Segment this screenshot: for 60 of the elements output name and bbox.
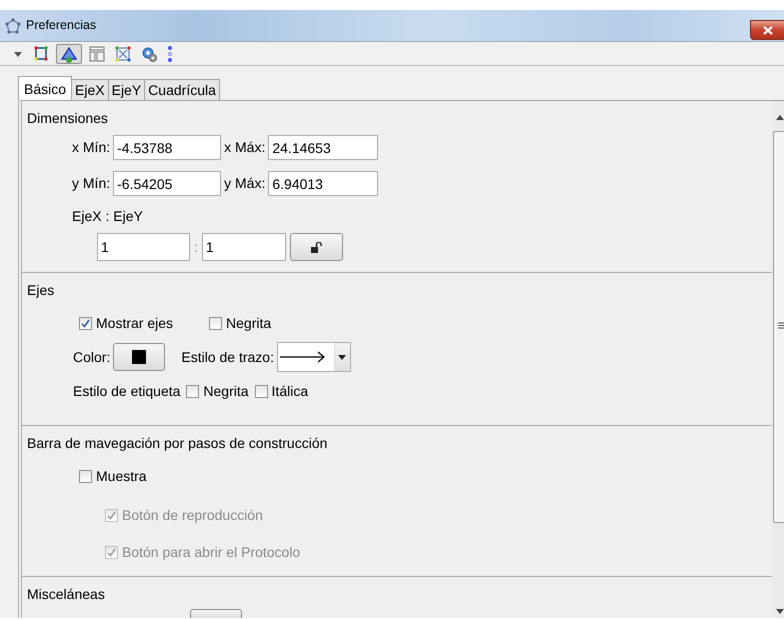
field-label: x Mín: <box>72 138 110 157</box>
tab[interactable]: Básico <box>18 76 72 100</box>
section-heading: Barra de mavegación por pasos de construcción <box>27 434 328 453</box>
checkbox-label: Botón de reproducción <box>122 506 263 525</box>
checkbox[interactable] <box>254 385 268 398</box>
app-icon <box>5 18 21 34</box>
caret-icon <box>338 354 346 360</box>
section-heading: Ejes <box>27 281 54 300</box>
triangle-button[interactable] <box>56 44 82 64</box>
misc-button[interactable] <box>190 609 242 618</box>
section-heading: Misceláneas <box>27 585 105 604</box>
checkbox-label: Negrita <box>226 314 272 333</box>
more-icon <box>167 44 173 62</box>
square-points-icon <box>33 45 49 62</box>
ratio-field[interactable]: 1 <box>202 233 286 261</box>
unlock-icon <box>310 242 322 252</box>
number-field[interactable]: -4.53788 <box>113 135 222 160</box>
settings-icon <box>141 46 157 62</box>
ratio-field[interactable]: 1 <box>97 233 190 261</box>
checkbox[interactable] <box>186 385 200 398</box>
color-button[interactable] <box>113 343 166 371</box>
check-icon <box>81 319 90 328</box>
ratio-label: EjeX : EjeY <box>72 207 143 226</box>
color-label: Color: <box>73 348 110 366</box>
ratio-separator: : <box>194 238 198 256</box>
close-icon <box>762 26 772 34</box>
line-style-dropdown[interactable] <box>276 342 351 372</box>
scroll-up-icon <box>776 115 784 120</box>
field-label: y Mín: <box>72 174 110 193</box>
number-field[interactable]: -6.54205 <box>113 171 222 196</box>
checkbox-label: Muestra <box>96 467 147 486</box>
checkbox-label: Negrita <box>203 382 249 401</box>
checkbox-label: Botón para abrir el Protocolo <box>122 543 300 562</box>
label-style-label: Estilo de etiqueta <box>73 382 180 401</box>
number-field[interactable]: 24.14653 <box>268 135 378 160</box>
tab[interactable]: EjeX <box>71 79 109 100</box>
line-style-label: Estilo de trazo: <box>181 348 274 366</box>
scrollbar[interactable] <box>772 101 784 618</box>
checkbox[interactable] <box>209 317 222 330</box>
grip-icon <box>778 322 784 329</box>
section-heading: Dimensiones <box>27 109 108 128</box>
field-label: y Máx: <box>224 174 266 193</box>
arrow-line-icon <box>280 351 326 363</box>
checkbox[interactable] <box>79 470 92 483</box>
tab[interactable]: Cuadrícula <box>144 79 220 100</box>
field-label: x Máx: <box>224 138 266 157</box>
tab[interactable]: EjeY <box>108 79 146 100</box>
number-field[interactable]: 6.94013 <box>268 171 378 196</box>
scroll-down-icon <box>776 609 784 614</box>
frame-icon <box>115 46 131 62</box>
check-icon <box>107 548 116 557</box>
checkbox-label: Mostrar ejes <box>96 314 174 333</box>
triangle-icon <box>59 44 79 62</box>
window-title: Preferencias <box>26 17 96 34</box>
lock-button[interactable] <box>290 233 343 261</box>
checkbox-label: Itálica <box>272 382 308 401</box>
layout-icon <box>89 45 105 62</box>
close-button[interactable] <box>750 20 784 40</box>
check-icon <box>107 511 116 520</box>
checkbox[interactable] <box>79 317 92 330</box>
